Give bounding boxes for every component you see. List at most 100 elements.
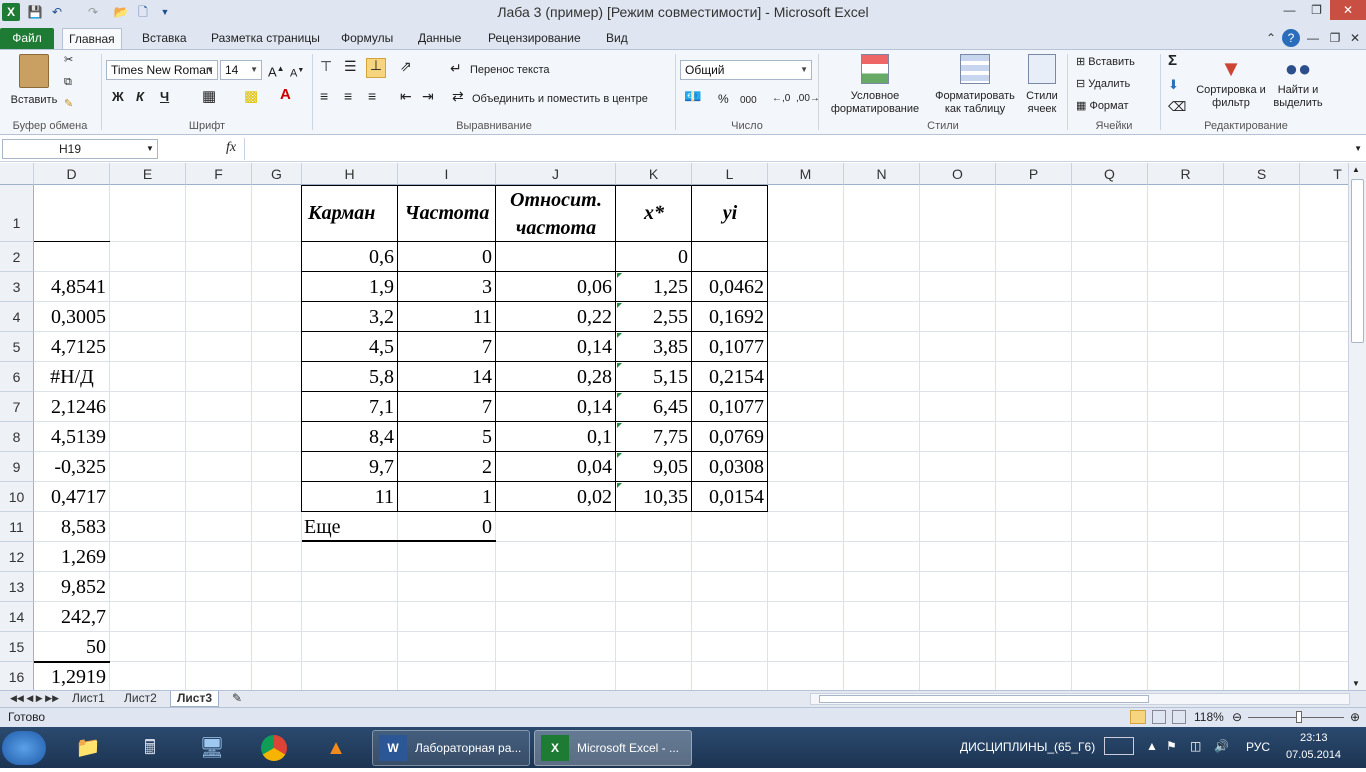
row-header-9[interactable]: 9 (0, 452, 34, 482)
explorer-icon[interactable]: 📁 (64, 731, 112, 765)
cell-d8[interactable]: 4,5139 (34, 422, 110, 452)
fill-color-icon[interactable]: ▩ (244, 89, 258, 104)
network-icon[interactable]: ◫ (1190, 739, 1201, 753)
column-header-n[interactable]: N (844, 163, 920, 185)
sheet-tab-1[interactable]: Лист1 (66, 691, 111, 707)
page-break-view-icon[interactable] (1172, 710, 1186, 724)
merge-center-button[interactable]: Объединить и поместить в центре (472, 93, 648, 106)
insert-function-button[interactable]: fx (226, 140, 236, 156)
increase-decimal-icon[interactable]: ←,0 (772, 92, 790, 105)
table-cell[interactable]: 4,5 (302, 332, 398, 362)
page-layout-view-icon[interactable] (1152, 710, 1166, 724)
vlc-icon[interactable]: ▲ (312, 731, 360, 765)
copy-icon[interactable]: ⧉ (64, 76, 72, 89)
table-cell[interactable] (496, 242, 616, 272)
align-right-icon[interactable]: ≡ (368, 89, 376, 103)
new-sheet-icon[interactable]: ✎ (226, 691, 248, 707)
column-header-r[interactable]: R (1148, 163, 1224, 185)
table-cell[interactable]: 10,35 (616, 482, 692, 512)
tab-home[interactable]: Главная (62, 28, 122, 49)
cell-d7[interactable]: 2,1246 (34, 392, 110, 422)
align-left-icon[interactable]: ≡ (320, 89, 328, 103)
merge-center-icon[interactable]: ⇄ (452, 89, 464, 103)
borders-icon[interactable]: ▦ (202, 89, 216, 104)
row-header-4[interactable]: 4 (0, 302, 34, 332)
restore-button[interactable]: ❐ (1303, 0, 1330, 20)
table-cell[interactable]: 7 (398, 392, 496, 422)
table-cell[interactable]: 0,1077 (692, 332, 768, 362)
tray-expand-icon[interactable]: ▲ (1146, 739, 1158, 753)
table-cell[interactable]: 0,1692 (692, 302, 768, 332)
percent-button[interactable]: % (718, 93, 729, 106)
language-indicator[interactable]: РУС (1246, 740, 1270, 754)
paste-button[interactable]: Вставить (6, 54, 62, 107)
table-cell[interactable]: 2 (398, 452, 496, 482)
table-cell[interactable]: 7 (398, 332, 496, 362)
row-header-15[interactable]: 15 (0, 632, 34, 662)
normal-view-icon[interactable] (1130, 710, 1146, 724)
increase-indent-icon[interactable]: ⇥ (422, 89, 434, 103)
tray-toolbar-label[interactable]: ДИСЦИПЛИНЫ_(65_Г6) (960, 740, 1095, 754)
cell-d9[interactable]: -0,325 (34, 452, 110, 482)
tab-formulas[interactable]: Формулы (335, 28, 399, 49)
cell-d3[interactable]: 4,8541 (34, 272, 110, 302)
row-header-3[interactable]: 3 (0, 272, 34, 302)
table-cell[interactable]: 0,0154 (692, 482, 768, 512)
cell-styles-button[interactable]: Стили ячеек (1020, 54, 1064, 116)
sheet-tab-2[interactable]: Лист2 (118, 691, 163, 707)
cell-d13[interactable]: 9,852 (34, 572, 110, 602)
column-header-j[interactable]: J (496, 163, 616, 185)
table-cell[interactable]: 1 (398, 482, 496, 512)
row-header-7[interactable]: 7 (0, 392, 34, 422)
table-cell[interactable]: 0,22 (496, 302, 616, 332)
table-cell[interactable]: 3 (398, 272, 496, 302)
underline-button[interactable]: Ч (160, 90, 169, 103)
font-size-select[interactable]: 14 ▼ (220, 60, 262, 80)
select-all-corner[interactable] (0, 163, 34, 185)
bold-button[interactable]: Ж (112, 90, 124, 103)
cell-d11[interactable]: 8,583 (34, 512, 110, 542)
delete-cells-button[interactable]: ⊟ Удалить (1076, 78, 1130, 91)
zoom-slider-thumb[interactable] (1296, 711, 1302, 723)
font-color-icon[interactable]: A (280, 87, 291, 102)
wrap-text-icon[interactable]: ↵ (450, 61, 462, 75)
sheet-tab-3[interactable]: Лист3 (170, 691, 220, 707)
table-cell[interactable]: 0,1 (496, 422, 616, 452)
tab-insert[interactable]: Вставка (136, 28, 193, 49)
help-icon[interactable]: ? (1282, 29, 1300, 47)
grow-font-icon[interactable]: A▲ (268, 62, 285, 78)
table-cell[interactable]: 5,8 (302, 362, 398, 392)
clock-date[interactable]: 07.05.2014 (1286, 749, 1341, 761)
cell-d4[interactable]: 0,3005 (34, 302, 110, 332)
table-cell[interactable]: 5,15 (616, 362, 692, 392)
scroll-thumb[interactable] (1351, 179, 1364, 343)
column-header-h[interactable]: H (302, 163, 398, 185)
table-cell[interactable]: 0,0462 (692, 272, 768, 302)
align-bottom-icon[interactable]: ⊥ (366, 58, 386, 78)
clear-icon[interactable]: ⌫ (1168, 100, 1186, 113)
table-cell[interactable]: 1,25 (616, 272, 692, 302)
table-cell[interactable]: 9,05 (616, 452, 692, 482)
wb-minimize-icon[interactable]: — (1304, 29, 1322, 47)
wb-close-icon[interactable]: ✕ (1346, 29, 1364, 47)
table-cell[interactable] (692, 242, 768, 272)
table-cell[interactable]: 0,04 (496, 452, 616, 482)
table-extra-label[interactable]: Еще (304, 512, 400, 542)
calculator-icon[interactable]: 🖩 (126, 731, 174, 765)
row-header-2[interactable]: 2 (0, 242, 34, 272)
table-cell[interactable]: 5 (398, 422, 496, 452)
cell-d12[interactable]: 1,269 (34, 542, 110, 572)
cell-d10[interactable]: 0,4717 (34, 482, 110, 512)
format-cells-button[interactable]: ▦ Формат (1076, 100, 1129, 113)
name-box[interactable]: H19 (2, 139, 158, 159)
column-header-l[interactable]: L (692, 163, 768, 185)
autosum-button[interactable]: Σ (1168, 53, 1177, 68)
tab-file[interactable]: Файл (0, 28, 54, 49)
row-header-6[interactable]: 6 (0, 362, 34, 392)
taskbar-excel-window[interactable]: X Microsoft Excel - ... (534, 730, 692, 766)
currency-icon[interactable]: 💶 (684, 89, 701, 103)
expand-formula-icon[interactable]: ▼ (1354, 144, 1362, 153)
row-header-10[interactable]: 10 (0, 482, 34, 512)
conditional-formatting-button[interactable]: Условное форматирование (822, 54, 928, 116)
table-cell[interactable]: 0,14 (496, 332, 616, 362)
